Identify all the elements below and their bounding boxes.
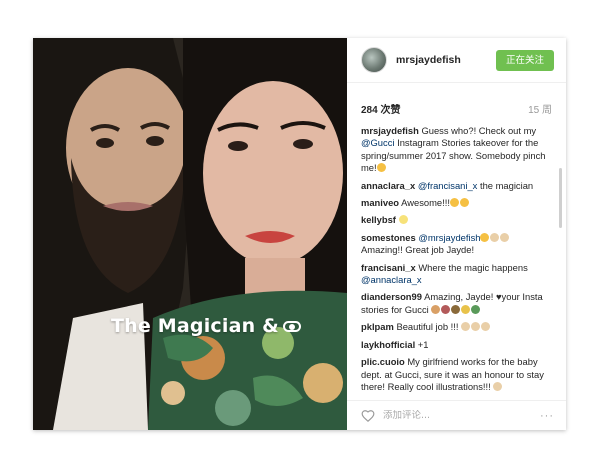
- comment-text: the magician: [477, 179, 534, 191]
- comments-scrollbar[interactable]: [559, 168, 562, 228]
- emoji-icon: [471, 304, 481, 314]
- emoji-icon: [459, 198, 469, 208]
- eye-icon: [282, 320, 301, 332]
- comment-username[interactable]: plic.cuoio: [361, 356, 405, 367]
- post-footer: ···: [347, 400, 566, 430]
- emoji-icon: [490, 232, 500, 242]
- emoji-icon: [493, 381, 503, 391]
- comment-username[interactable]: mrsjaydefish: [361, 125, 419, 136]
- post-side-panel: mrsjaydefish 正在关注 284 次赞 15 周 mrsjaydefi…: [347, 38, 566, 430]
- overlay-text: The Magician &: [111, 315, 279, 337]
- comment-item: pklpam Beautiful job !!!: [361, 321, 552, 333]
- emoji-icon: [398, 215, 408, 225]
- emoji-icon: [461, 304, 471, 314]
- emoji-icon: [441, 304, 451, 314]
- emoji-icon: [481, 322, 491, 332]
- emoji-icon: [451, 304, 461, 314]
- comment-text: Where the magic happens: [418, 261, 528, 273]
- comment-text: Amazing!! Great job Jayde!: [361, 244, 475, 256]
- comment-username[interactable]: maniveo: [361, 197, 399, 208]
- mention-link[interactable]: @annaclara_x: [361, 274, 422, 285]
- author-username[interactable]: mrsjaydefish: [396, 54, 496, 66]
- comment-username[interactable]: francisani_x: [361, 262, 416, 273]
- post-header: mrsjaydefish 正在关注: [347, 38, 566, 83]
- heart-icon[interactable]: [361, 409, 375, 423]
- emoji-icon: [480, 232, 490, 242]
- emoji-icon: [431, 304, 441, 314]
- comment-username[interactable]: pklpam: [361, 321, 394, 332]
- comment-username[interactable]: dianderson99: [361, 291, 422, 302]
- comment-item: francisani_x Where the magic happens @an…: [361, 262, 552, 287]
- emoji-icon: [471, 322, 481, 332]
- instagram-post-card: The Magician & mrsjaydefish 正在关注 284 次赞 …: [33, 38, 566, 430]
- comment-username[interactable]: laykhofficial: [361, 339, 415, 350]
- more-options-button[interactable]: ···: [540, 410, 554, 422]
- comment-text: Awesome!!!: [401, 197, 450, 209]
- comment-username[interactable]: somestones: [361, 232, 416, 243]
- following-button[interactable]: 正在关注: [496, 49, 554, 71]
- likes-count[interactable]: 284 次赞: [361, 101, 400, 116]
- comment-item: annaclara_x @francisani_x the magician: [361, 180, 552, 192]
- comment-item: laykhofficial +1: [361, 339, 552, 351]
- emoji-icon: [500, 232, 510, 242]
- comment-text: +1: [417, 338, 429, 350]
- emoji-icon: [376, 163, 386, 173]
- add-comment-input[interactable]: [383, 410, 540, 421]
- post-age: 15 周: [528, 104, 552, 116]
- mention-link[interactable]: @mrsjaydefish: [418, 232, 480, 243]
- photo-illustration: [33, 38, 347, 430]
- comment-item: somestones @mrsjaydefish Amazing!! Great…: [361, 232, 552, 257]
- post-photo[interactable]: The Magician &: [33, 38, 347, 430]
- comment-item: maniveo Awesome!!!: [361, 197, 552, 209]
- comment-username[interactable]: annaclara_x: [361, 180, 415, 191]
- comment-item: kellybsf: [361, 214, 552, 226]
- photo-overlay-text: The Magician &: [111, 315, 301, 337]
- emoji-icon: [449, 198, 459, 208]
- comment-text: Guess who?! Check out my: [421, 125, 537, 136]
- mention-link[interactable]: @Gucci: [361, 137, 394, 148]
- emoji-icon: [461, 322, 471, 332]
- post-stats: 284 次赞 15 周: [347, 95, 566, 121]
- comments-list[interactable]: mrsjaydefish Guess who?! Check out my @G…: [347, 121, 566, 400]
- mention-link[interactable]: @francisani_x: [418, 180, 478, 191]
- comment-text: Beautiful job !!!: [396, 321, 462, 333]
- avatar[interactable]: [361, 47, 387, 73]
- comment-item: mrsjaydefish Guess who?! Check out my @G…: [361, 125, 552, 175]
- comment-item: dianderson99 Amazing, Jayde! ♥your Insta…: [361, 291, 552, 316]
- comment-item: plic.cuoio My girlfriend works for the b…: [361, 356, 552, 393]
- comment-username[interactable]: kellybsf: [361, 214, 396, 225]
